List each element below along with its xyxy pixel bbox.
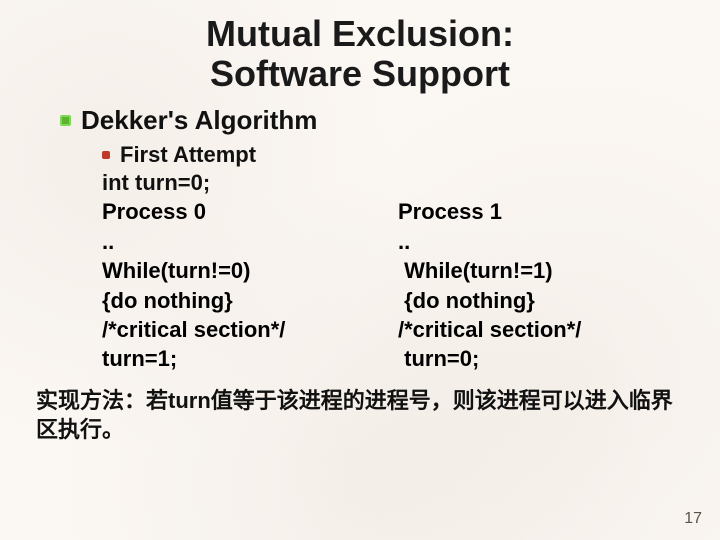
process-0-l3: /*critical section*/ (102, 315, 392, 344)
process-0-head: Process 0 (102, 197, 392, 226)
title-line-1: Mutual Exclusion: (206, 13, 514, 54)
attempt-label: First Attempt (120, 142, 256, 168)
title-line-2: Software Support (210, 53, 510, 94)
decl-line: int turn=0; (102, 168, 696, 197)
process-0-dots: .. (102, 227, 392, 256)
process-0-l1: While(turn!=0) (102, 256, 392, 285)
process-1-l1: While(turn!=1) (398, 256, 581, 285)
process-1-l3: /*critical section*/ (398, 315, 581, 344)
process-0-l2: {do nothing} (102, 286, 392, 315)
subtitle: Dekker's Algorithm (81, 105, 317, 136)
slide-title: Mutual Exclusion: Software Support (24, 14, 696, 95)
process-1-dots: .. (398, 227, 581, 256)
subtitle-row: Dekker's Algorithm (60, 105, 696, 136)
bullet-icon (102, 151, 110, 159)
attempt-row: First Attempt (102, 142, 696, 168)
process-1-l4: turn=0; (398, 344, 581, 373)
process-0-column: Process 0 .. While(turn!=0) {do nothing}… (102, 197, 392, 374)
page-number: 17 (684, 510, 702, 528)
process-1-l2: {do nothing} (398, 286, 581, 315)
bullet-icon (60, 115, 71, 126)
slide: Mutual Exclusion: Software Support Dekke… (0, 0, 720, 540)
code-columns: Process 0 .. While(turn!=0) {do nothing}… (24, 197, 696, 374)
summary-text: 实现方法：若turn值等于该进程的进程号，则该进程可以进入临界区执行。 (36, 386, 684, 445)
process-1-head: Process 1 (398, 197, 581, 226)
process-0-l4: turn=1; (102, 344, 392, 373)
process-1-column: Process 1 .. While(turn!=1) {do nothing}… (398, 197, 581, 374)
